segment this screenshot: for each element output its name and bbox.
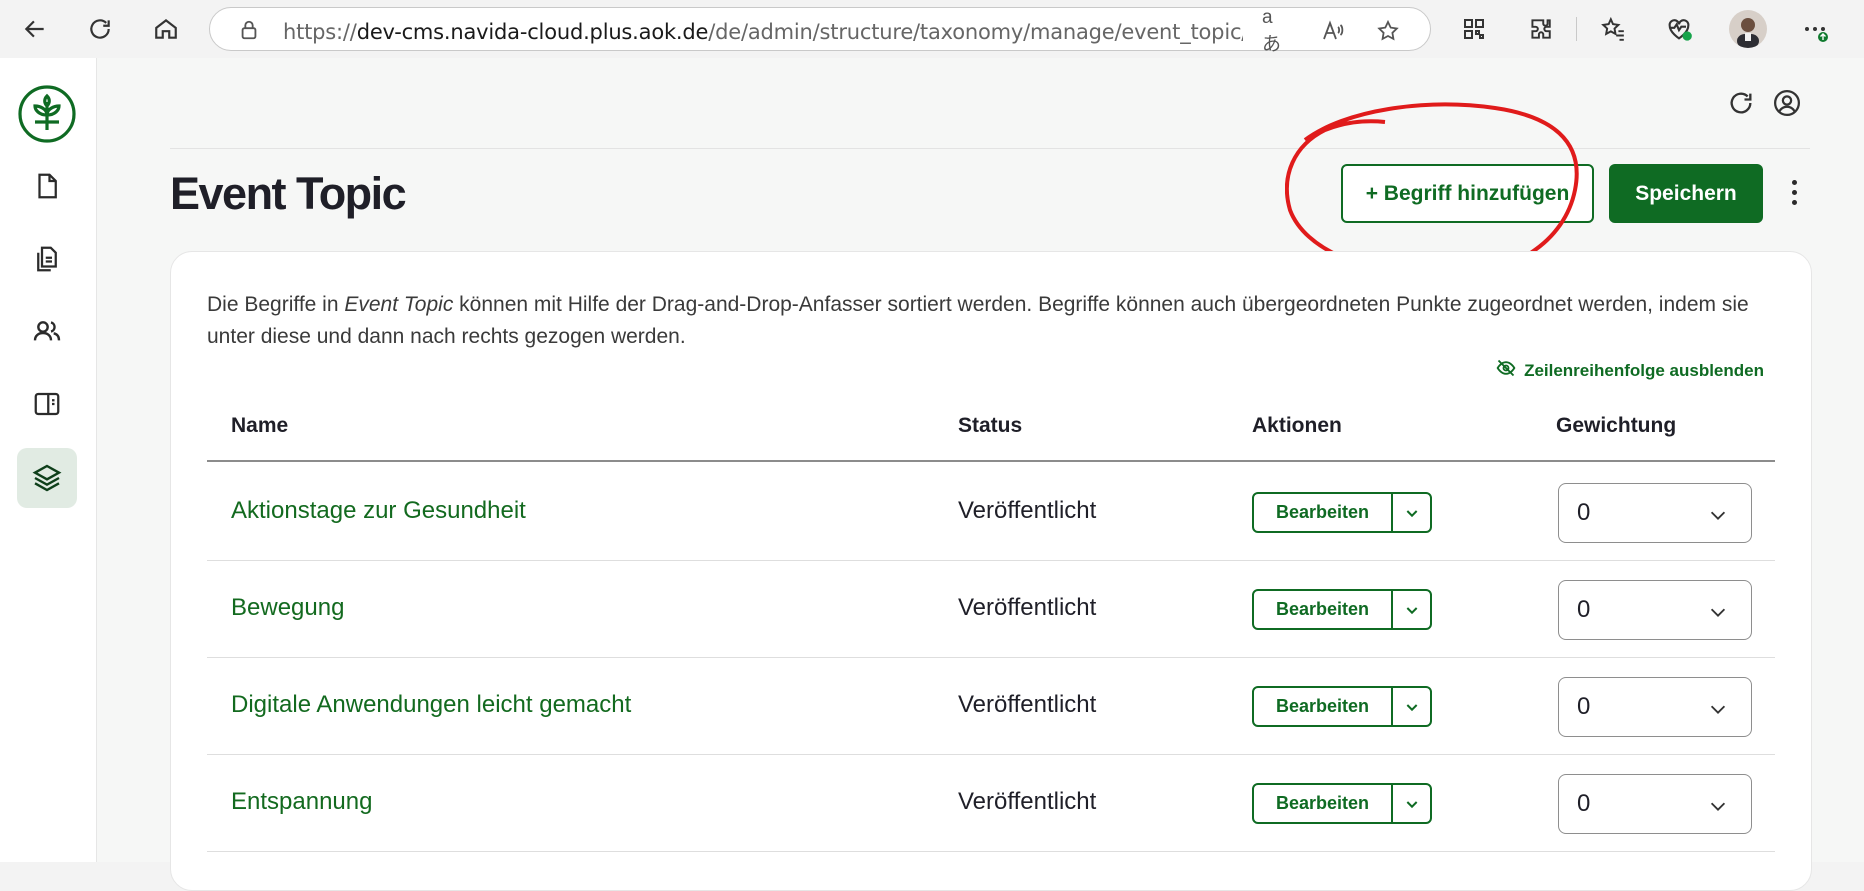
weight-select[interactable]: 0 — [1558, 580, 1752, 640]
chevron-down-icon — [1710, 705, 1726, 714]
column-name: Name — [231, 414, 289, 437]
edit-split-button: Bearbeiten — [1252, 783, 1432, 824]
account-icon[interactable] — [1772, 88, 1802, 118]
users-icon[interactable] — [17, 301, 77, 361]
term-status: Veröffentlicht — [958, 691, 1097, 718]
layers-icon[interactable] — [17, 448, 77, 508]
terms-card: Die Begriffe in Event Topic können mit H… — [170, 251, 1812, 891]
documents-icon[interactable] — [17, 229, 77, 289]
browser-toolbar: https://dev-cms.navida-cloud.plus.aok.de… — [0, 0, 1864, 58]
weight-select[interactable]: 0 — [1558, 774, 1752, 834]
chevron-down-icon — [1710, 608, 1726, 617]
table-row: Aktionstage zur Gesundheit Veröffentlich… — [207, 464, 1775, 561]
save-button[interactable]: Speichern — [1609, 164, 1763, 223]
toolbar-divider — [1576, 17, 1577, 41]
column-actions: Aktionen — [1252, 414, 1342, 437]
more-icon[interactable] — [1796, 10, 1834, 48]
more-actions-icon[interactable] — [1782, 170, 1806, 214]
table-header: Name Status Aktionen Gewichtung — [207, 382, 1775, 462]
cms-app: Event Topic + Begriff hinzufügen Speiche… — [0, 58, 1864, 891]
add-term-button[interactable]: + Begriff hinzufügen — [1341, 164, 1594, 223]
column-weight: Gewichtung — [1556, 414, 1677, 437]
table-row: Digitale Anwendungen leicht gemacht Verö… — [207, 658, 1775, 755]
edit-split-button: Bearbeiten — [1252, 589, 1432, 630]
sidebar — [0, 58, 97, 862]
weight-value: 0 — [1577, 499, 1591, 526]
edit-button[interactable]: Bearbeiten — [1254, 591, 1393, 628]
chevron-down-icon[interactable] — [1393, 494, 1430, 531]
read-aloud-icon[interactable] — [1318, 17, 1346, 45]
table-row: Bewegung Veröffentlicht Bearbeiten 0 — [207, 561, 1775, 658]
favorite-star-icon[interactable] — [1374, 17, 1402, 45]
url-text[interactable]: https://dev-cms.navida-cloud.plus.aok.de… — [283, 20, 1243, 44]
weight-select[interactable]: 0 — [1558, 483, 1752, 543]
table-row: Entspannung Veröffentlicht Bearbeiten 0 — [207, 755, 1775, 852]
chevron-down-icon — [1710, 802, 1726, 811]
lock-icon[interactable] — [238, 19, 260, 41]
chevron-down-icon — [1710, 511, 1726, 520]
refresh-icon[interactable] — [1726, 88, 1756, 118]
qr-icon[interactable] — [1455, 10, 1493, 48]
page-title: Event Topic — [170, 168, 407, 219]
back-icon[interactable] — [16, 10, 54, 48]
weight-value: 0 — [1577, 790, 1591, 817]
term-link[interactable]: Digitale Anwendungen leicht gemacht — [231, 691, 631, 719]
eye-off-icon — [1496, 358, 1516, 383]
toggle-row-weights-link[interactable]: Zeilenreihenfolge ausblenden — [1496, 358, 1764, 383]
header-divider — [170, 148, 1810, 149]
extensions-icon[interactable] — [1521, 10, 1559, 48]
document-icon[interactable] — [17, 156, 77, 216]
edit-button[interactable]: Bearbeiten — [1254, 785, 1393, 822]
aok-logo[interactable] — [17, 84, 77, 144]
reload-icon[interactable] — [81, 10, 119, 48]
edit-button[interactable]: Bearbeiten — [1254, 688, 1393, 725]
profile-avatar[interactable] — [1729, 10, 1767, 48]
term-link[interactable]: Aktionstage zur Gesundheit — [231, 497, 526, 525]
description-text: Die Begriffe in Event Topic können mit H… — [207, 293, 1749, 348]
toggle-row-weights-label[interactable]: Zeilenreihenfolge ausblenden — [1524, 361, 1764, 381]
term-link[interactable]: Bewegung — [231, 594, 344, 622]
chevron-down-icon[interactable] — [1393, 785, 1430, 822]
layout-icon[interactable] — [17, 374, 77, 434]
edit-split-button: Bearbeiten — [1252, 686, 1432, 727]
translate-icon[interactable]: aあ — [1262, 7, 1290, 55]
column-status: Status — [958, 414, 1023, 437]
health-icon[interactable] — [1660, 10, 1698, 48]
chevron-down-icon[interactable] — [1393, 688, 1430, 725]
term-link[interactable]: Entspannung — [231, 788, 372, 816]
favorites-icon[interactable] — [1594, 10, 1632, 48]
home-icon[interactable] — [147, 10, 185, 48]
term-status: Veröffentlicht — [958, 594, 1097, 621]
edit-split-button: Bearbeiten — [1252, 492, 1432, 533]
term-status: Veröffentlicht — [958, 497, 1097, 524]
chevron-down-icon[interactable] — [1393, 591, 1430, 628]
edit-button[interactable]: Bearbeiten — [1254, 494, 1393, 531]
weight-select[interactable]: 0 — [1558, 677, 1752, 737]
address-bar[interactable]: https://dev-cms.navida-cloud.plus.aok.de… — [209, 7, 1431, 55]
weight-value: 0 — [1577, 596, 1591, 623]
term-status: Veröffentlicht — [958, 788, 1097, 815]
weight-value: 0 — [1577, 693, 1591, 720]
